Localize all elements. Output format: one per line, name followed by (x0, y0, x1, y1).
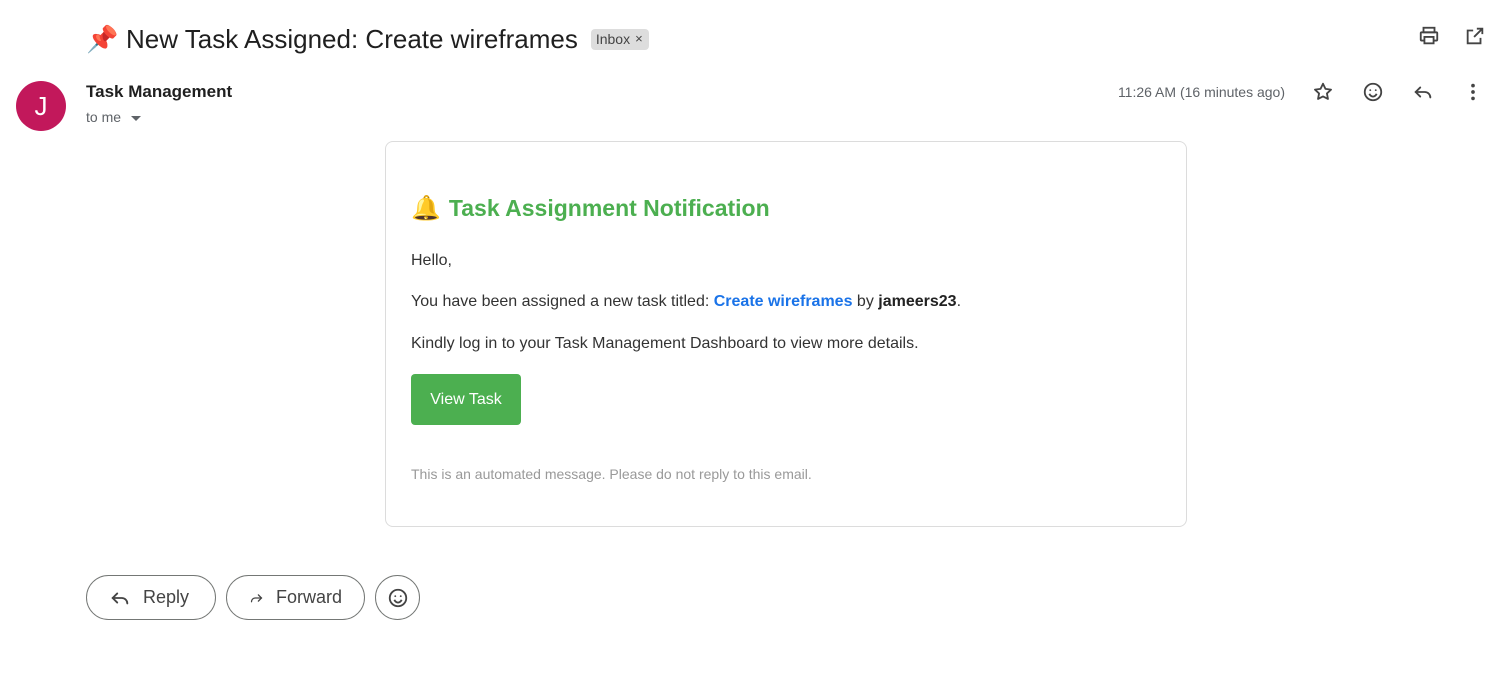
star-icon[interactable] (1311, 80, 1335, 104)
reply-icon (111, 592, 129, 604)
view-task-button[interactable]: View Task (411, 374, 521, 425)
forward-label: Forward (275, 587, 342, 607)
assignment-prefix: You have been assigned a new task titled… (411, 293, 714, 310)
greeting: Hello, (411, 252, 452, 269)
open-in-new-window-icon[interactable] (1463, 24, 1487, 48)
forward-button[interactable]: Forward (226, 575, 365, 620)
emoji-reaction-icon[interactable] (1361, 80, 1385, 104)
print-icon[interactable] (1417, 24, 1441, 48)
email-meta: 11:26 AM (16 minutes ago) (1118, 80, 1485, 104)
remove-label-icon[interactable]: × (635, 31, 643, 46)
assignment-line: You have been assigned a new task titled… (411, 293, 961, 311)
notification-title-text: Task Assignment Notification (448, 195, 770, 221)
label-text: Inbox (595, 30, 631, 47)
bell-icon: 🔔 (411, 195, 441, 222)
sender-avatar[interactable]: J (16, 81, 66, 131)
reply-icon[interactable] (1411, 80, 1435, 104)
top-actions (1417, 24, 1487, 48)
email-header: 📌 New Task Assigned: Create wireframes I… (86, 20, 1501, 58)
assignment-suffix: . (956, 293, 962, 310)
forward-icon (250, 593, 263, 602)
emoji-react-button[interactable] (375, 575, 420, 620)
reply-label: Reply (143, 587, 190, 607)
caret-down-icon[interactable] (131, 115, 142, 121)
sender-name[interactable]: Task Management (86, 82, 232, 102)
automated-message-note: This is an automated message. Please do … (411, 466, 812, 482)
pushpin-icon: 📌 (86, 24, 119, 54)
emoji-icon (388, 588, 407, 607)
inbox-label-chip[interactable]: Inbox × (590, 28, 649, 50)
notification-title: 🔔 Task Assignment Notification (411, 194, 770, 223)
message-actions (1311, 80, 1485, 104)
recipient-text: to me (86, 109, 122, 125)
task-name-link[interactable]: Create wireframes (714, 293, 853, 310)
reply-actions: Reply Forward (86, 575, 420, 620)
email-subject: New Task Assigned: Create wireframes (126, 23, 578, 54)
assigner-name: jameers23 (878, 293, 957, 310)
timestamp: 11:26 AM (16 minutes ago) (1117, 84, 1285, 100)
more-vert-icon[interactable] (1461, 80, 1485, 104)
instruction-text: Kindly log in to your Task Management Da… (411, 335, 919, 352)
recipient-details[interactable]: to me (86, 109, 142, 125)
email-body-card: 🔔 Task Assignment Notification Hello, Yo… (385, 141, 1187, 527)
assignment-by: by (852, 293, 879, 310)
reply-button[interactable]: Reply (86, 575, 216, 620)
